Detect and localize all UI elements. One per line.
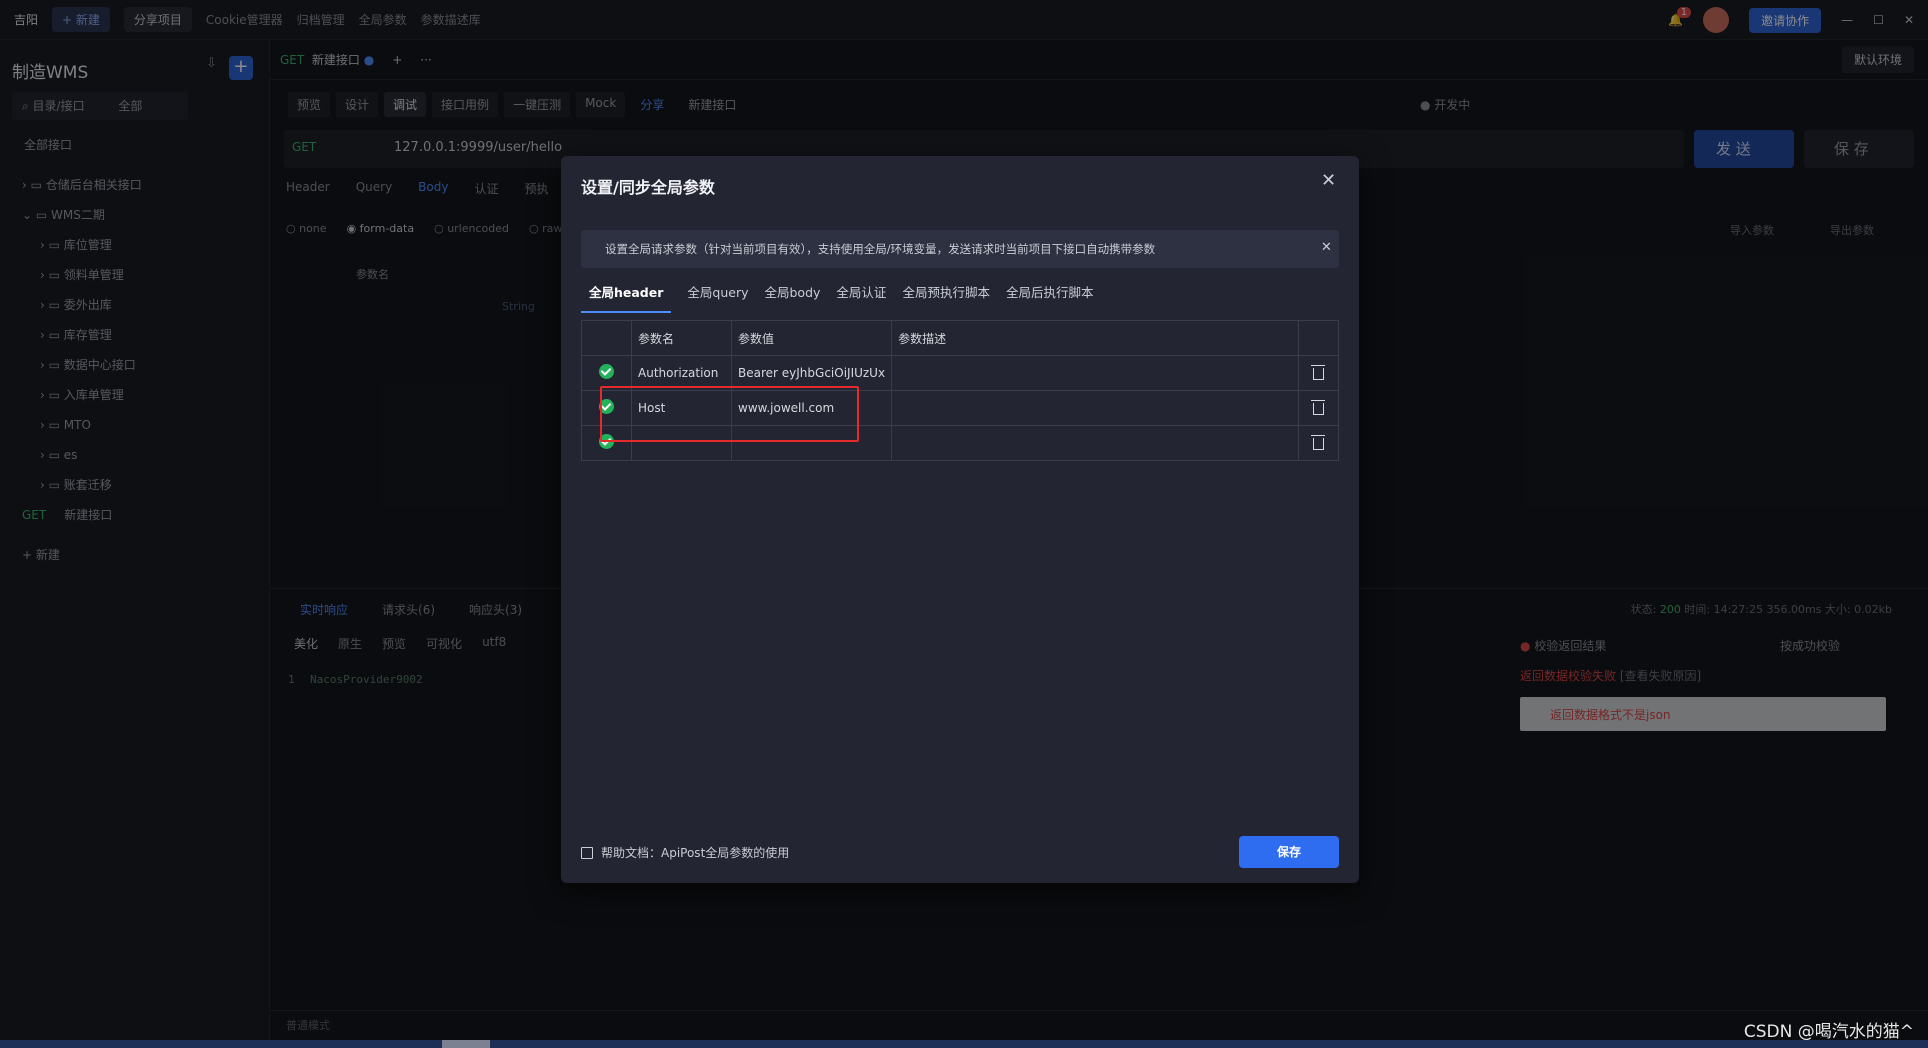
col-param-name: 参数名 (631, 320, 732, 356)
tab-global-body[interactable]: 全局body (765, 282, 821, 313)
scroll-thumb[interactable] (442, 1040, 490, 1048)
dialog-title: 设置/同步全局参数 (581, 178, 715, 197)
col-param-desc: 参数描述 (891, 320, 1299, 356)
document-icon (581, 846, 593, 859)
param-tabs: 全局header 全局query 全局body 全局认证 全局预执行脚本 全局后… (581, 282, 1093, 313)
tab-global-header[interactable]: 全局header (581, 282, 672, 313)
param-desc-cell[interactable] (891, 355, 1299, 391)
close-icon[interactable]: ✕ (1321, 170, 1336, 191)
delete-icon[interactable] (1311, 434, 1325, 450)
horizontal-scrollbar[interactable] (0, 1040, 1928, 1048)
tab-global-query[interactable]: 全局query (687, 282, 748, 313)
highlight-annotation (600, 386, 859, 442)
watermark: CSDN @喝汽水的猫^ (1743, 1022, 1914, 1042)
alert-close-icon[interactable]: ✕ (1321, 240, 1332, 255)
tab-global-post-script[interactable]: 全局后执行脚本 (1006, 282, 1094, 313)
row-checkbox[interactable] (599, 364, 614, 379)
param-desc-cell[interactable] (891, 425, 1299, 461)
col-check (581, 320, 632, 356)
delete-icon[interactable] (1311, 399, 1325, 415)
param-desc-cell[interactable] (891, 390, 1299, 426)
tab-global-pre-script[interactable]: 全局预执行脚本 (902, 282, 990, 313)
help-doc-link[interactable]: 帮助文档：ApiPost全局参数的使用 (581, 844, 789, 861)
save-button[interactable]: 保存 (1239, 836, 1339, 868)
info-alert: 设置全局请求参数（针对当前项目有效），支持使用全局/环境变量，发送请求时当前项目… (581, 230, 1339, 268)
delete-icon[interactable] (1311, 364, 1325, 380)
tab-global-auth[interactable]: 全局认证 (836, 282, 886, 313)
col-param-value: 参数值 (730, 320, 893, 356)
global-params-dialog: 设置/同步全局参数 ✕ 设置全局请求参数（针对当前项目有效），支持使用全局/环境… (561, 156, 1359, 883)
